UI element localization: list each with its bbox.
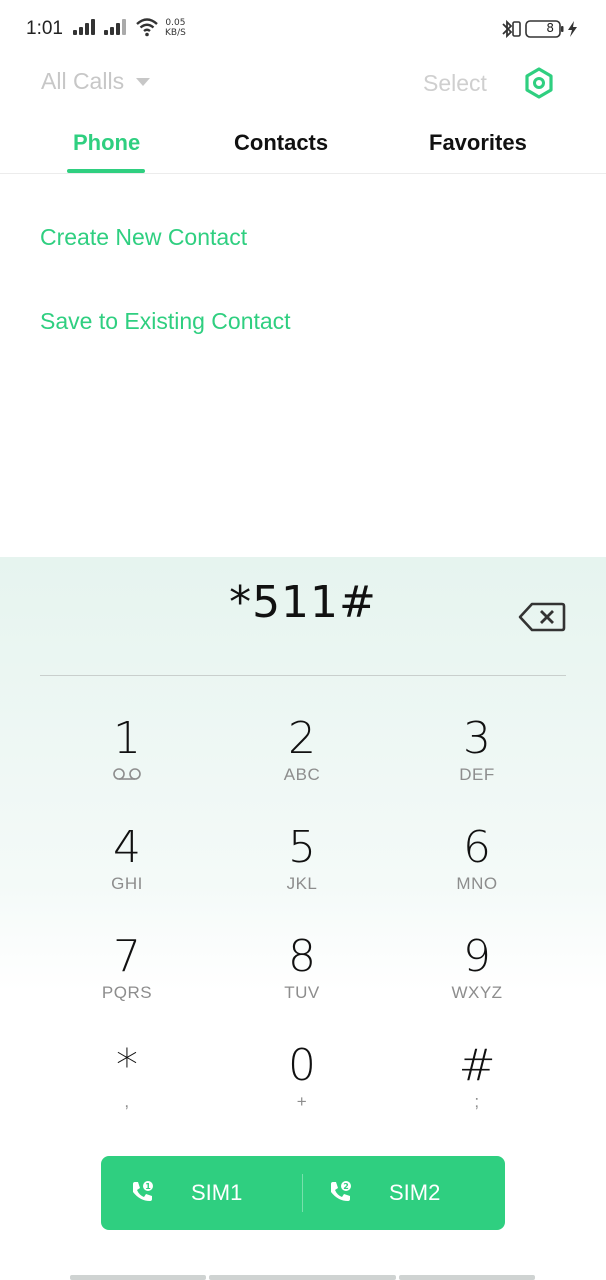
status-icons-right [502,19,577,39]
sim-call-bar: 1 SIM1 2 SIM2 [101,1156,505,1230]
dial-key-digit: 2 [288,713,316,764]
dial-key-digit: 1 [113,713,141,764]
dialed-number[interactable]: *511# [0,577,606,628]
network-speed-value: 0.05 [165,18,186,28]
call-sim1-button[interactable]: 1 SIM1 [101,1156,301,1230]
save-to-existing-contact-link[interactable]: Save to Existing Contact [40,308,291,335]
dial-key-digit: 5 [288,822,316,873]
svg-text:2: 2 [343,1182,349,1191]
sim1-label: SIM1 [191,1180,243,1205]
dial-key-letters: PQRS [101,983,153,1002]
dial-key-digit: 6 [463,822,491,873]
phone-sim2-icon: 2 [331,1181,351,1201]
dial-key-0[interactable]: 0 + [227,1042,377,1132]
svg-text:1: 1 [145,1182,151,1191]
dial-key-letters: ABC [283,765,321,784]
select-button[interactable]: Select [423,70,487,97]
dial-key-5[interactable]: 5 JKL [227,824,377,914]
dial-key-2[interactable]: 2 ABC [227,715,377,805]
status-time: 1:01 [26,18,63,39]
dial-key-digit: 8 [288,931,316,982]
dial-key-digit: 4 [113,822,141,873]
nav-hint-center [209,1275,396,1280]
dial-key-letters: ; [474,1092,480,1111]
dial-key-8[interactable]: 8 TUV [227,933,377,1023]
dial-key-6[interactable]: 6 MNO [402,824,552,914]
create-new-contact-link[interactable]: Create New Contact [40,224,247,251]
bluetooth-icon [502,19,513,39]
tab-bar: Phone Contacts Favorites [0,120,606,174]
call-sim2-button[interactable]: 2 SIM2 [303,1156,503,1230]
status-bar: 1:01 0.05 KB/S 8 [0,0,606,60]
nav-hint-left [70,1275,206,1280]
dial-key-letters: DEF [459,765,495,784]
dial-key-1[interactable]: 1 [52,715,202,805]
dial-key-3[interactable]: 3 DEF [402,715,552,805]
backspace-icon[interactable] [518,601,566,633]
dial-key-9[interactable]: 9 WXYZ [402,933,552,1023]
signal-icon [104,19,128,35]
call-filter-dropdown[interactable]: All Calls [41,68,151,95]
dial-key-digit: 0 [288,1040,316,1091]
dial-key-7[interactable]: 7 PQRS [52,933,202,1023]
dial-key-letters: JKL [286,874,318,893]
battery-icon [525,20,564,38]
dial-key-digit: # [458,1040,496,1091]
dial-key-digit: * [116,1040,138,1091]
sim2-label: SIM2 [389,1180,441,1205]
dial-key-letters: GHI [111,874,143,893]
dial-key-letters: MNO [456,874,498,893]
active-tab-indicator [67,169,145,173]
dial-key-letters: TUV [284,983,320,1002]
dial-key-4[interactable]: 4 GHI [52,824,202,914]
dial-key-digit: 9 [463,931,491,982]
signal-icon [73,19,97,35]
dialpad-divider [40,675,566,676]
dialpad-panel: *511# 1 2 ABC 3 DEF 4 GHI 5 JKL 6 MNO 7 … [0,557,606,1280]
tab-phone[interactable]: Phone [73,130,140,156]
dial-key-letters: + [296,1092,308,1111]
network-speed: 0.05 KB/S [165,18,186,38]
vibrate-icon [512,21,521,37]
dial-key-hash[interactable]: # ; [402,1042,552,1132]
tab-favorites[interactable]: Favorites [429,130,527,156]
wifi-icon [136,18,158,37]
battery-level: 8 [546,21,554,35]
phone-sim1-icon: 1 [133,1181,153,1201]
call-filter-label: All Calls [41,68,125,94]
tab-contacts[interactable]: Contacts [234,130,328,156]
network-speed-unit: KB/S [165,28,186,38]
dial-key-digit: 3 [463,713,491,764]
nav-hint-right [399,1275,535,1280]
charging-icon [568,21,577,37]
dial-key-digit: 7 [113,931,141,982]
dial-key-letters: , [124,1092,130,1111]
dial-key-star[interactable]: * , [52,1042,202,1132]
settings-icon[interactable] [522,66,556,100]
chevron-down-icon [136,77,151,86]
dial-key-letters: WXYZ [451,983,503,1002]
voicemail-icon [113,768,141,780]
